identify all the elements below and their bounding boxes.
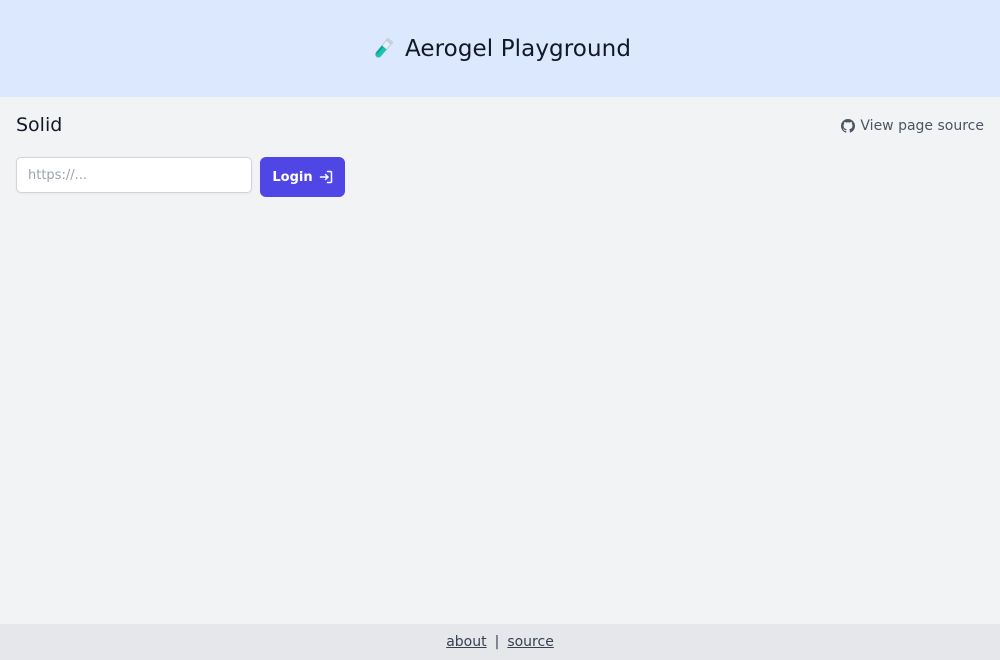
page-title: Solid: [16, 114, 63, 136]
footer-separator: |: [494, 634, 500, 650]
login-button-label: Login: [272, 169, 313, 185]
page: Aerogel Playground Solid View page sourc…: [0, 0, 1000, 660]
footer-source-link[interactable]: source: [507, 634, 554, 650]
login-button[interactable]: Login: [260, 157, 345, 197]
issuer-url-input[interactable]: [16, 157, 252, 193]
view-page-source-label: View page source: [860, 118, 984, 134]
login-icon: [319, 170, 333, 184]
github-icon: [841, 119, 856, 133]
view-page-source-link[interactable]: View page source: [841, 118, 984, 134]
test-tube-icon: [369, 35, 397, 63]
header-brand: Aerogel Playground: [369, 35, 631, 63]
site-footer: about | source: [0, 624, 1000, 660]
site-title: Aerogel Playground: [404, 35, 632, 62]
footer-about-link[interactable]: about: [446, 634, 486, 650]
login-form: Login: [16, 157, 345, 197]
site-header: Aerogel Playground: [0, 0, 1000, 97]
